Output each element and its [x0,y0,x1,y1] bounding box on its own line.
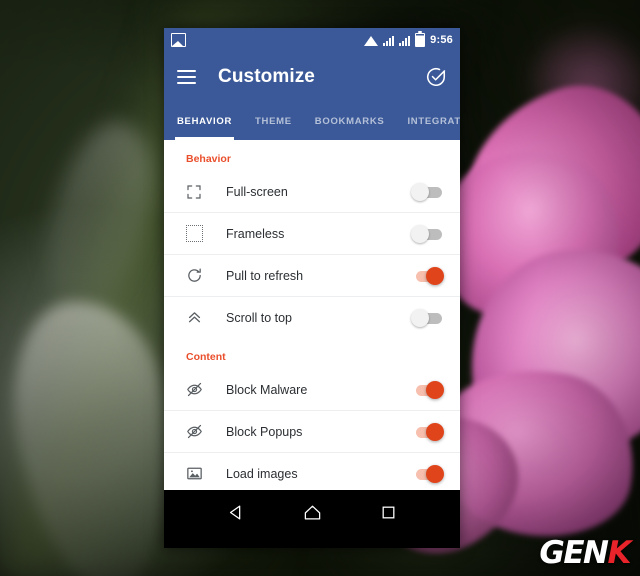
screenshot-icon [171,33,186,47]
wifi-icon [364,35,379,46]
setting-row-frameless[interactable]: Frameless [164,212,460,254]
setting-label: Block Popups [226,424,303,439]
hamburger-menu-icon[interactable] [177,70,196,84]
app-bar: Customize [164,52,460,102]
home-icon[interactable] [303,503,322,522]
tab-integration[interactable]: INTEGRATION [407,102,460,140]
recents-square-icon[interactable] [380,504,397,521]
double-chevron-up-icon [183,307,205,329]
android-navigation-bar [164,490,460,534]
signal-bars-icon [383,35,395,46]
status-bar-clock: 9:56 [430,34,453,46]
status-bar-notifications [171,33,186,47]
tab-label: THEME [255,115,292,127]
section-header-behavior: Behavior [186,153,231,165]
fullscreen-icon [183,181,205,203]
toggle-frameless[interactable] [411,224,444,243]
screenshot-stage: 9:56 Customize BEHAVIOR THEME BOOKMARKS … [0,0,640,576]
eye-off-icon [183,379,205,401]
watermark-part-2: K [607,535,631,571]
frameless-dashed-square-icon [183,223,205,245]
setting-row-full-screen[interactable]: Full-screen [164,171,460,212]
setting-row-scroll-to-top[interactable]: Scroll to top [164,296,460,338]
phone-device: 9:56 Customize BEHAVIOR THEME BOOKMARKS … [164,28,460,548]
tab-behavior[interactable]: BEHAVIOR [174,102,242,140]
tab-bar: BEHAVIOR THEME BOOKMARKS INTEGRATION [164,102,460,140]
setting-label: Pull to refresh [226,268,304,283]
back-triangle-icon[interactable] [227,503,246,522]
toggle-block-malware[interactable] [411,380,444,399]
toggle-load-images[interactable] [411,464,444,483]
image-icon [183,463,205,485]
status-bar: 9:56 [164,28,460,52]
setting-row-block-popups[interactable]: Block Popups [164,410,460,452]
page-title: Customize [218,66,315,87]
tab-label: BEHAVIOR [177,115,233,127]
tab-label: BOOKMARKS [314,115,385,127]
signal-bars-icon-2 [399,35,411,46]
setting-row-pull-to-refresh[interactable]: Pull to refresh [164,254,460,296]
setting-label: Full-screen [226,184,288,199]
setting-label: Scroll to top [226,310,293,325]
toggle-full-screen[interactable] [411,182,444,201]
status-bar-indicators: 9:56 [364,31,453,47]
tab-theme[interactable]: THEME [255,102,302,140]
tab-bookmarks[interactable]: BOOKMARKS [315,102,395,140]
toggle-pull-to-refresh[interactable] [411,266,444,285]
toggle-scroll-to-top[interactable] [411,308,444,327]
setting-row-load-images[interactable]: Load images [164,452,460,490]
battery-icon [415,31,426,47]
setting-label: Block Malware [226,382,308,397]
genk-watermark: GENK [539,535,631,571]
watermark-part-1: GEN [539,535,609,571]
check-circle-icon[interactable] [425,66,447,88]
settings-list: Behavior Full-screen Frameless Pull to r… [164,140,460,490]
section-header-content: Content [186,351,226,363]
setting-label: Frameless [226,226,285,241]
setting-label: Load images [226,466,298,481]
tab-label: INTEGRATION [407,115,460,127]
eye-off-icon [183,421,205,443]
setting-row-block-malware[interactable]: Block Malware [164,369,460,410]
refresh-icon [183,265,205,287]
toggle-block-popups[interactable] [411,422,444,441]
